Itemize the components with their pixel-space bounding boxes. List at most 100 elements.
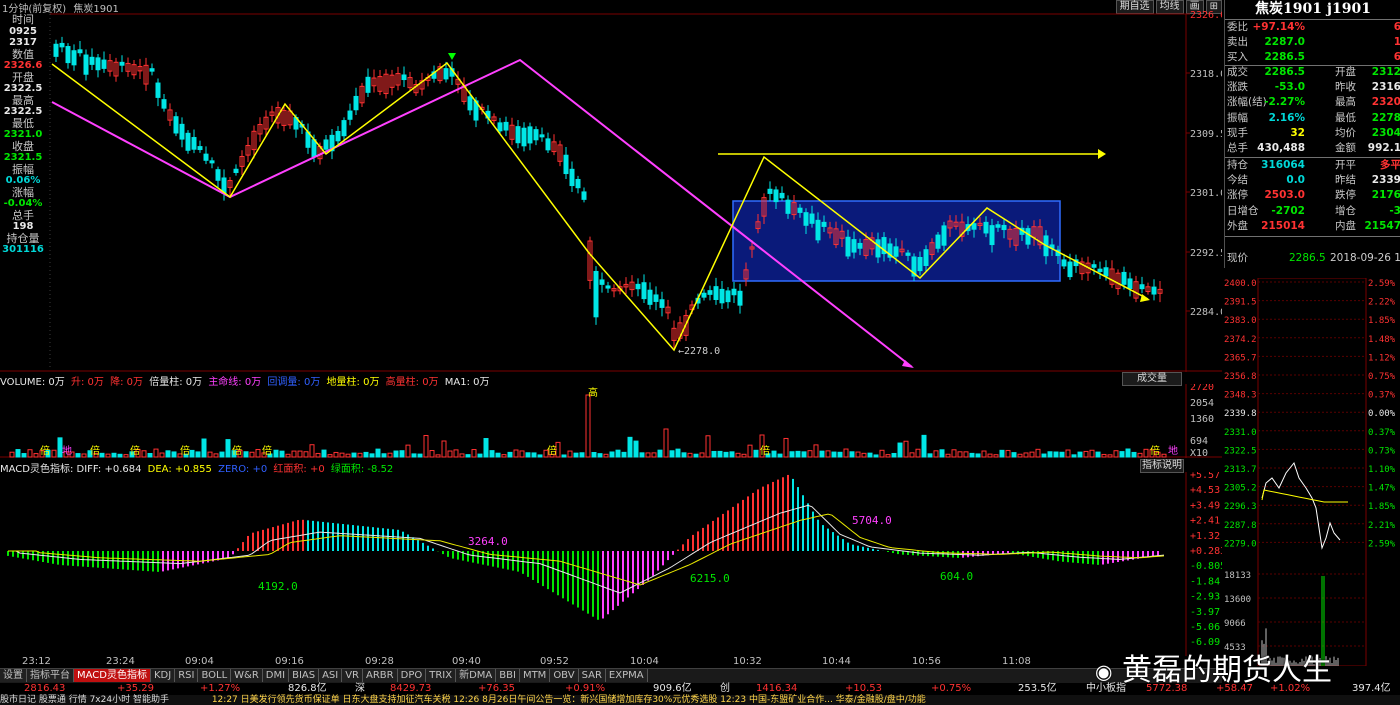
indicator-tab[interactable]: DMI <box>262 669 290 682</box>
mini-chart-frame <box>1257 278 1367 666</box>
current-price-value: 2286.5 <box>1289 252 1326 264</box>
volume-bar <box>51 449 57 458</box>
quote-row: 涨跌 -53.0 昨收 2316 <box>1227 80 1400 95</box>
macd-tick-label: +1.32 <box>1190 531 1220 542</box>
indicator-tab[interactable]: ASI <box>319 669 343 682</box>
volume-bar <box>867 452 873 458</box>
indicator-tab[interactable]: MTM <box>519 669 551 682</box>
volume-marker: 地 <box>62 444 72 457</box>
quote-field-value: 6 <box>1393 51 1400 64</box>
candle-body <box>515 126 521 144</box>
volume-bar <box>195 451 201 458</box>
indicator-tab[interactable]: 指标平台 <box>27 669 74 682</box>
cy-index-value[interactable]: 1416.34 <box>756 683 797 695</box>
indicator-tab[interactable]: BOLL <box>198 669 232 682</box>
indicator-tab[interactable]: EXPMA <box>605 669 648 682</box>
volume-bar <box>525 452 531 458</box>
time-tick-label: 11:08 <box>1002 656 1031 667</box>
quote-field-label: 涨跌 <box>1227 81 1248 94</box>
volume-bar <box>975 453 981 458</box>
volume-bar <box>843 448 849 458</box>
indicator-tab[interactable]: W&R <box>231 669 263 682</box>
candle-body <box>1151 286 1157 295</box>
sz-index-value[interactable]: 8429.73 <box>390 683 431 695</box>
indicator-tab[interactable]: ARBR <box>363 669 398 682</box>
candle-body <box>803 212 809 226</box>
candle-body <box>335 131 341 142</box>
volume-bar <box>111 452 117 458</box>
quote-field-value: 21547 <box>1364 219 1400 232</box>
quote-field-label: 昨结 <box>1335 174 1356 187</box>
candle-body <box>1067 261 1073 278</box>
volume-bar <box>945 453 951 458</box>
volume-bar <box>669 450 675 458</box>
volume-bar <box>315 452 321 458</box>
volume-bar <box>897 442 903 458</box>
volume-bar <box>687 452 693 458</box>
volume-tick-label: 1360 <box>1190 414 1214 425</box>
indicator-tab[interactable]: MACD灵色指标 <box>74 669 151 682</box>
candlestick-chart[interactable]: 2326.6 2318.0 2309.5 2301.0 2292.5 2284.0 ←22… <box>0 0 1222 372</box>
candle-body <box>233 168 239 173</box>
indicator-tab[interactable]: KDJ <box>150 669 176 682</box>
time-tick-label: 09:04 <box>185 656 214 667</box>
volume-marker: 倍 <box>130 444 140 457</box>
macd-tick-label: -0.805 <box>1190 561 1222 572</box>
indicator-tab[interactable]: OBV <box>550 669 579 682</box>
volume-bar <box>1083 450 1089 458</box>
time-tick-label: 09:16 <box>275 656 304 667</box>
volume-bar <box>969 452 975 458</box>
quote-field-label: 均价 <box>1335 126 1356 139</box>
macd-annotation: 3264.0 <box>468 535 508 548</box>
candle-body <box>83 54 89 75</box>
indicator-tab[interactable]: RSI <box>175 669 199 682</box>
indicator-tab[interactable]: SAR <box>578 669 606 682</box>
indicator-help-button[interactable]: 指标说明 <box>1140 459 1184 473</box>
indicator-tab[interactable]: BIAS <box>289 669 320 682</box>
sh-index-value[interactable]: 2816.43 <box>24 683 65 695</box>
quote-field-label: 内盘 <box>1335 219 1356 232</box>
macd-tick-label: -5.06 <box>1190 622 1220 633</box>
volume-bar <box>537 454 543 458</box>
volume-bar <box>105 453 111 458</box>
candle-body <box>851 239 857 253</box>
volume-bar <box>519 450 525 458</box>
indicator-tab[interactable]: DPO <box>397 669 427 682</box>
macd-tick-label: +2.41 <box>1190 516 1220 527</box>
indicator-tab[interactable]: TRIX <box>426 669 457 682</box>
quote-field-value: 2287.0 <box>1264 36 1305 49</box>
volume-bar <box>225 439 231 458</box>
candle-body <box>821 221 827 227</box>
volume-bar <box>207 451 213 458</box>
volume-chart: 272020541360694X10 倍地倍倍倍倍倍倍高倍倍地 <box>0 384 1222 458</box>
volume-marker: 倍 <box>262 444 272 457</box>
volume-bar <box>933 450 939 458</box>
indicator-tab[interactable]: VR <box>342 669 364 682</box>
candle-body <box>983 221 989 234</box>
quote-field-label: 委比 <box>1227 21 1248 33</box>
volume-bar <box>507 451 513 458</box>
quote-field-value: -2702 <box>1271 204 1305 217</box>
volume-bar <box>309 444 315 458</box>
cy-index-label: 创 <box>720 683 730 694</box>
volume-bar <box>285 453 291 458</box>
quote-field-value: -3 <box>1389 204 1400 217</box>
mini-left-tick: 2374.2 <box>1224 335 1257 345</box>
volume-bar <box>333 451 339 458</box>
volume-bar <box>429 450 435 458</box>
volume-bar <box>999 449 1005 458</box>
volume-bar <box>921 434 927 458</box>
macd-dea-line <box>8 513 1165 586</box>
volume-bar <box>957 451 963 458</box>
candle-body <box>971 223 977 230</box>
indicator-tab[interactable]: BBI <box>496 669 520 682</box>
quote-field-value: 2312 <box>1371 66 1400 78</box>
volume-bar <box>273 449 279 458</box>
volume-marker: 倍 <box>760 444 770 457</box>
indicator-tab[interactable]: 新DMA <box>456 669 497 682</box>
indicator-tab[interactable]: 设置 <box>0 669 27 682</box>
candle-body <box>77 49 83 54</box>
volume-bar <box>807 450 813 458</box>
ticker-news[interactable]: 12:27 日美发行领先货币保证单 日东大盘支持加征汽车关税 12:26 8月2… <box>212 695 926 705</box>
ticker-shortcuts[interactable]: 股市日记 股票通 行情 7x24小时 智能助手 <box>0 695 169 705</box>
